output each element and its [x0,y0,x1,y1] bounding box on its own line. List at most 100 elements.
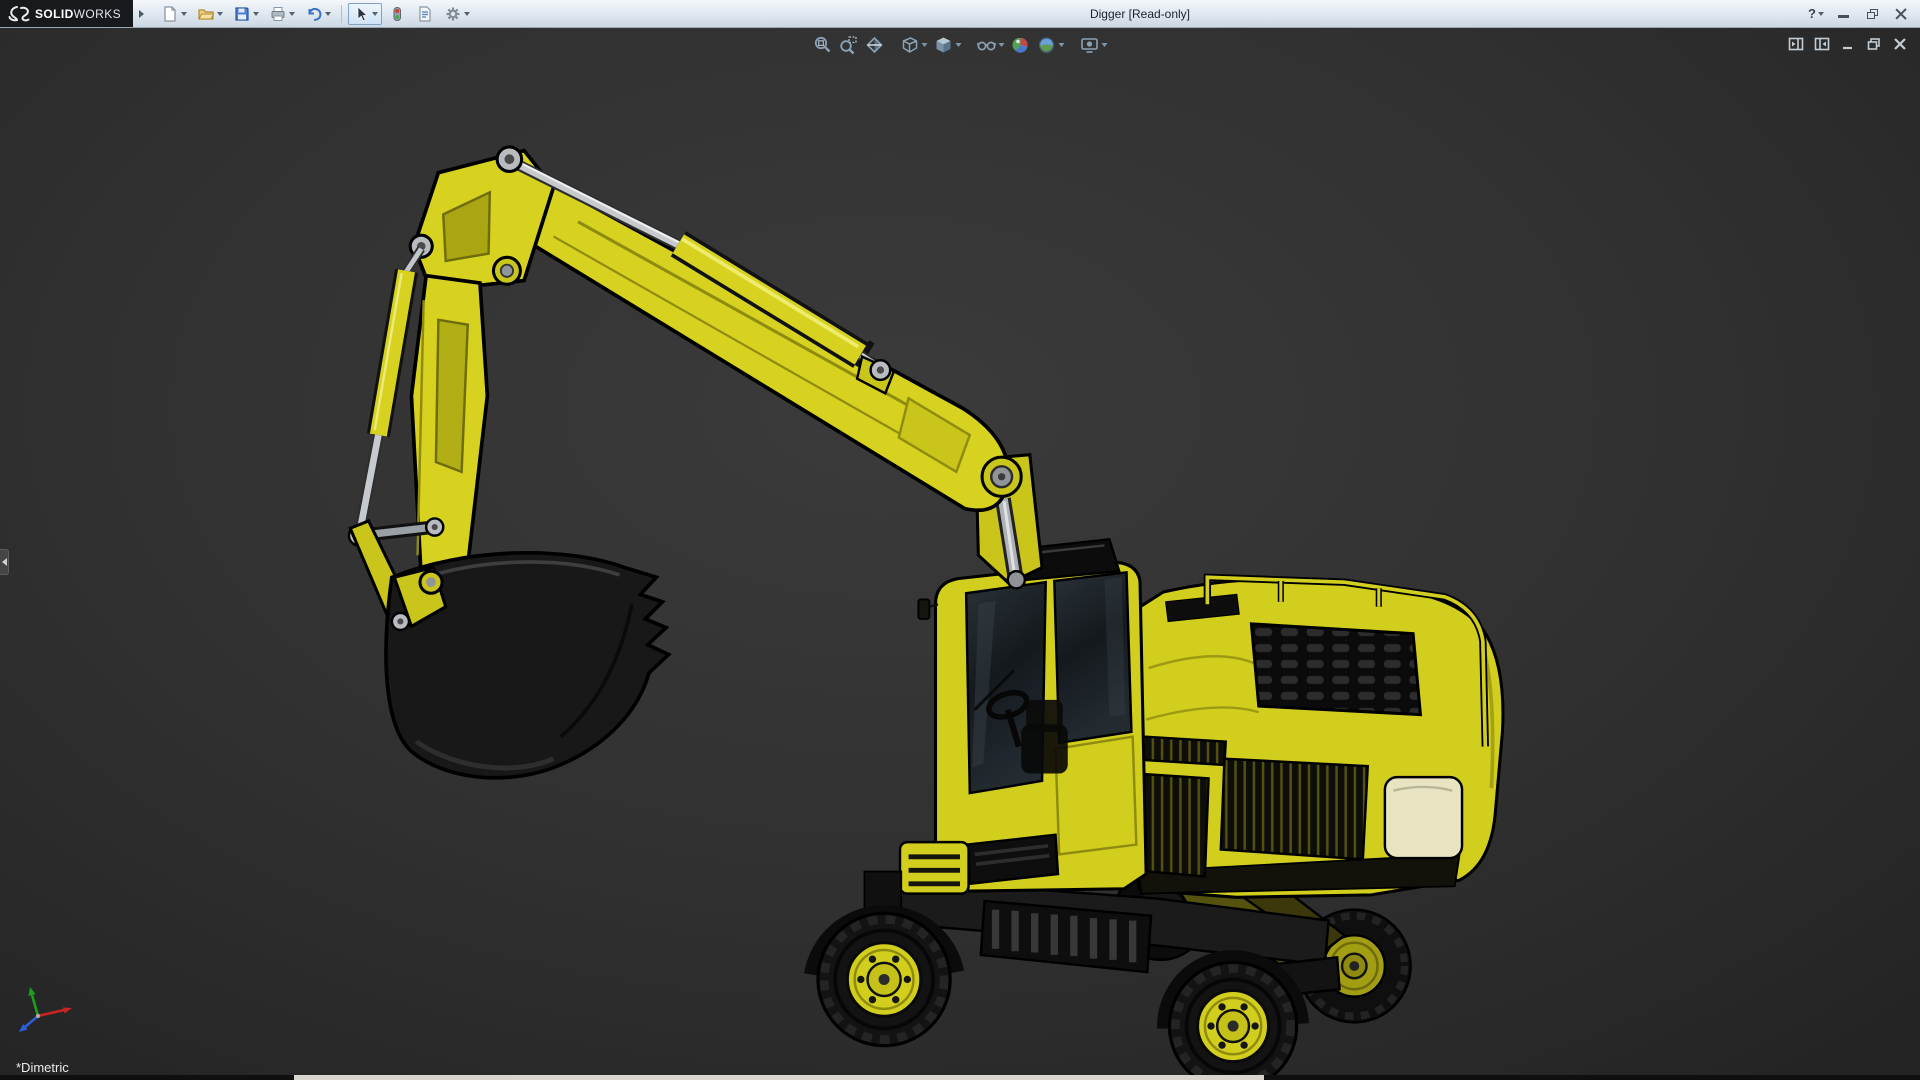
chevron-left-icon [1,558,7,566]
minimize-icon [1837,15,1849,18]
print-icon [271,6,285,21]
print-button[interactable] [265,3,299,25]
titlebar: SOLIDWORKS Digger [Read-only] ? [0,0,1920,28]
undo-icon [308,7,322,21]
logo-text-works: WORKS [73,6,122,21]
view-orientation-button[interactable] [898,33,930,57]
new-document-icon [164,5,176,22]
dropdown-arrow[interactable] [1101,43,1108,47]
display-style-icon [936,37,951,53]
boom[interactable] [521,182,1023,513]
apply-scene-button[interactable] [1035,33,1067,57]
zoom-to-area-icon [840,36,857,55]
select-cursor-icon [357,5,369,22]
options-gear-icon [446,7,460,20]
dropdown-arrow[interactable] [181,11,188,16]
close-icon [1895,8,1907,20]
zoom-to-fit-icon [814,36,831,53]
zoom-to-area-button[interactable] [837,33,861,57]
save-icon [235,6,249,21]
close-window-button[interactable] [1888,4,1914,24]
triad-x-axis[interactable] [37,1007,72,1018]
dropdown-arrow[interactable] [921,43,928,47]
close-document-button[interactable] [1890,34,1910,54]
view-settings-icon [1081,38,1098,53]
dropdown-arrow[interactable] [289,11,296,16]
hide-show-items-button[interactable] [975,33,1007,57]
window-controls: ? [1805,4,1920,24]
help-button[interactable]: ? [1805,4,1827,24]
dropdown-arrow[interactable] [372,11,379,16]
graphics-area[interactable]: *Dimetric [0,28,1920,1080]
wheel-near-rear[interactable] [1167,960,1299,1080]
open-button[interactable] [193,3,227,25]
panel-collapse-arrow[interactable] [0,549,9,575]
select-button[interactable] [348,2,383,25]
doc-minimize-icon [1843,46,1852,50]
solidworks-logo: SOLIDWORKS [0,0,134,27]
document-window-controls [1786,34,1910,54]
show-display-pane-button[interactable] [1812,34,1832,54]
display-pane-icon [1814,37,1830,51]
dropdown-arrow[interactable] [464,11,471,16]
solidworks-window: SOLIDWORKS Digger [Read-only] ? *Dimetri… [0,0,1920,1080]
scene-globe-icon [1038,37,1055,53]
boom-cylinder[interactable] [495,145,896,396]
minimize-document-button[interactable] [1838,34,1858,54]
restore-document-button[interactable] [1864,34,1884,54]
open-folder-icon [198,8,215,20]
section-view-button[interactable] [863,33,887,57]
window-title: Digger [Read-only] [1089,7,1191,21]
restore-icon [1866,8,1878,19]
dropdown-arrow[interactable] [325,11,332,16]
save-button[interactable] [229,3,263,25]
collapse-featuremanager-button[interactable] [1786,34,1806,54]
glasses-icon [976,41,997,51]
appearance-ball-icon [1012,37,1028,53]
rear-panel[interactable] [1383,775,1464,860]
section-view-icon [866,36,883,54]
undo-button[interactable] [301,3,335,25]
wheel-near-front[interactable] [816,911,952,1048]
solidworks-logo-mark [8,5,30,21]
dropdown-arrow[interactable] [998,43,1005,47]
doc-restore-icon [1867,38,1880,50]
view-orientation-label: *Dimetric [16,1060,69,1075]
dropdown-arrow[interactable] [955,43,962,47]
standard-toolbar [157,2,474,25]
edit-appearance-button[interactable] [1009,33,1033,57]
taskbar-sliver [294,1075,1264,1080]
bucket[interactable] [384,550,672,780]
new-document-button[interactable] [157,3,191,25]
options-button[interactable] [440,3,474,25]
triad-y-axis[interactable] [28,987,40,1017]
view-settings-button[interactable] [1078,33,1110,57]
doc-close-icon [1894,38,1906,50]
engine-hood-vents[interactable] [1249,622,1423,717]
cab[interactable] [917,537,1148,893]
orientation-triad[interactable] [14,982,78,1042]
dropdown-arrow[interactable] [1818,11,1824,16]
restore-window-button[interactable] [1859,4,1885,24]
zoom-to-fit-button[interactable] [811,33,835,57]
minimize-window-button[interactable] [1830,4,1856,24]
rebuild-traffic-light-icon [393,6,402,21]
file-properties-button[interactable] [412,3,438,25]
dropdown-arrow[interactable] [253,11,260,16]
dropdown-arrow[interactable] [1058,43,1065,47]
file-properties-icon [419,5,431,22]
logo-text-solid: SOLID [35,6,74,21]
collapse-pane-icon [1788,37,1804,51]
display-style-button[interactable] [932,33,964,57]
heads-up-toolbar [811,33,1110,57]
view-orientation-cube-icon [902,37,918,53]
dropdown-arrow[interactable] [217,11,224,16]
triad-z-axis[interactable] [19,1015,39,1032]
toolbar-expand-chevron[interactable] [133,4,149,24]
help-icon: ? [1808,6,1816,21]
status-strip [0,1075,1920,1080]
toolbar-separator [341,4,343,23]
excavator-model[interactable] [0,28,1920,1080]
rebuild-button[interactable] [384,3,410,25]
chevron-right-icon [138,9,144,18]
